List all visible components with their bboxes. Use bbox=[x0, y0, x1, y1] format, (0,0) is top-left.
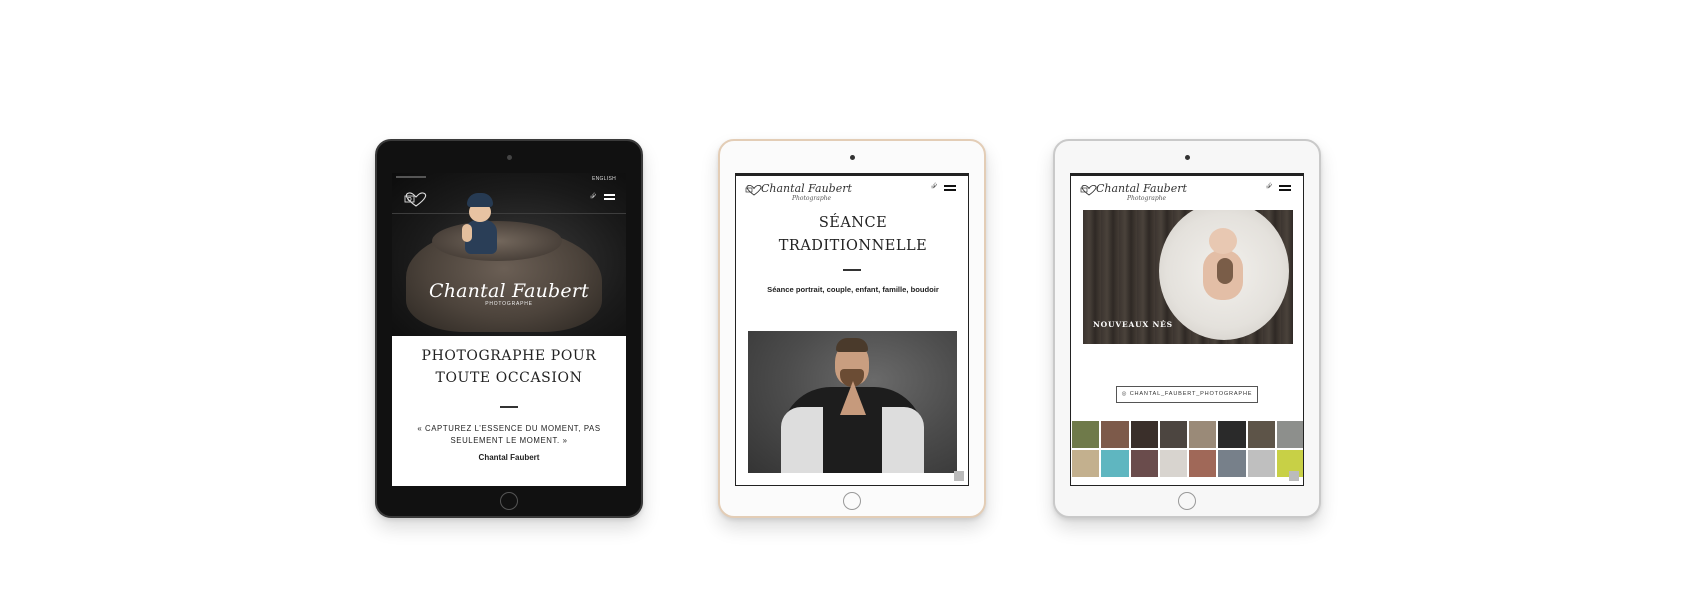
brand-name: Chantal Faubert bbox=[1096, 182, 1187, 195]
instagram-thumbnail[interactable] bbox=[1217, 449, 1247, 478]
scroll-top-button[interactable] bbox=[954, 471, 964, 481]
quote-line-2: SEULEMENT LE MOMENT. » bbox=[450, 436, 568, 445]
home-button bbox=[500, 492, 518, 510]
hero-signature: Chantal Faubert bbox=[428, 280, 589, 302]
hero-banner: ENGLISH ⮵ Chantal Faubert PHOTOGRAPHE bbox=[392, 173, 626, 336]
instagram-thumbnail[interactable] bbox=[1129, 449, 1159, 478]
hero-subtitle: PHOTOGRAPHE bbox=[485, 301, 533, 307]
tablet-camera bbox=[506, 155, 512, 160]
instagram-thumbnail[interactable] bbox=[1246, 449, 1276, 478]
tablet-camera bbox=[1184, 155, 1190, 160]
title-line-2: TRADITIONNELLE bbox=[778, 238, 928, 254]
instagram-thumbnail[interactable] bbox=[1100, 449, 1130, 478]
brand-tagline: Photographe bbox=[1127, 195, 1167, 202]
instagram-thumbnail[interactable] bbox=[1071, 449, 1101, 478]
header-divider bbox=[392, 213, 626, 214]
session-types: Séance portrait, couple, enfant, famille… bbox=[767, 285, 939, 294]
hamburger-menu-icon[interactable] bbox=[944, 185, 956, 191]
scroll-top-button[interactable] bbox=[1289, 471, 1299, 481]
top-border bbox=[736, 174, 968, 176]
language-link[interactable]: ENGLISH bbox=[592, 176, 616, 182]
title-line-1: SÉANCE bbox=[818, 215, 888, 231]
tablet-camera bbox=[849, 155, 855, 160]
home-button bbox=[1178, 492, 1196, 510]
instagram-thumbnail[interactable] bbox=[1158, 420, 1188, 449]
title-divider bbox=[500, 406, 518, 408]
quote-text: « CAPTUREZ L’ESSENCE DU MOMENT, PAS SEUL… bbox=[406, 423, 612, 447]
instagram-thumbnail[interactable] bbox=[1129, 420, 1159, 449]
brand-tagline: Photographe bbox=[792, 195, 832, 202]
quote-author: Chantal Faubert bbox=[478, 453, 540, 462]
baby-photo-subject bbox=[462, 193, 502, 254]
instagram-button[interactable]: ◎ CHANTAL_FAUBERT_PHOTOGRAPHE bbox=[1116, 386, 1258, 403]
top-border bbox=[1071, 174, 1303, 176]
brand-logo[interactable]: Chantal Faubert Photographe bbox=[744, 182, 854, 204]
status-bar: ENGLISH bbox=[396, 175, 622, 182]
heart-camera-logo-icon[interactable] bbox=[402, 191, 430, 207]
newborn-photo-subject bbox=[1195, 228, 1251, 308]
hamburger-menu-icon[interactable] bbox=[604, 194, 615, 200]
instagram-thumbnail[interactable] bbox=[1246, 420, 1276, 449]
category-label: NOUVEAUX NÉS bbox=[1093, 320, 1173, 329]
instagram-thumbnail[interactable] bbox=[1217, 420, 1247, 449]
portrait-photo[interactable] bbox=[748, 331, 957, 473]
share-icon[interactable]: ⮵ bbox=[1266, 181, 1272, 191]
category-card-newborn[interactable]: NOUVEAUX NÉS bbox=[1083, 210, 1293, 344]
tablet-black: ENGLISH ⮵ Chantal Faubert PHOTOGRAPHE PH… bbox=[375, 139, 643, 518]
share-icon[interactable]: ⮵ bbox=[590, 191, 596, 201]
tablet-gold: Chantal Faubert Photographe ⮵ SÉANCE TRA… bbox=[718, 139, 986, 518]
instagram-grid bbox=[1071, 420, 1303, 478]
instagram-thumbnail[interactable] bbox=[1188, 449, 1218, 478]
quote-line-1: « CAPTUREZ L’ESSENCE DU MOMENT, PAS bbox=[417, 424, 601, 433]
instagram-thumbnail[interactable] bbox=[1188, 420, 1218, 449]
instagram-thumbnail[interactable] bbox=[1100, 420, 1130, 449]
home-button bbox=[843, 492, 861, 510]
share-icon[interactable]: ⮵ bbox=[931, 181, 937, 191]
instagram-thumbnail[interactable] bbox=[1071, 420, 1101, 449]
status-indicators bbox=[396, 176, 426, 178]
instagram-thumbnail[interactable] bbox=[1275, 420, 1303, 449]
hamburger-menu-icon[interactable] bbox=[1279, 185, 1291, 191]
title-divider bbox=[843, 269, 861, 271]
tablet3-screen: Chantal Faubert Photographe ⮵ NOUVEAUX N… bbox=[1070, 173, 1304, 486]
title-line-1: PHOTOGRAPHE POUR bbox=[421, 348, 597, 364]
instagram-thumbnail[interactable] bbox=[1158, 449, 1188, 478]
page-title: SÉANCE TRADITIONNELLE bbox=[746, 212, 960, 258]
brand-logo[interactable]: Chantal Faubert Photographe bbox=[1079, 182, 1189, 204]
tablet2-screen: Chantal Faubert Photographe ⮵ SÉANCE TRA… bbox=[735, 173, 969, 486]
title-line-2: TOUTE OCCASION bbox=[435, 370, 583, 386]
tablet1-screen: ENGLISH ⮵ Chantal Faubert PHOTOGRAPHE PH… bbox=[392, 173, 626, 486]
page-title: PHOTOGRAPHE POUR TOUTE OCCASION bbox=[402, 345, 616, 389]
tablet-silver: Chantal Faubert Photographe ⮵ NOUVEAUX N… bbox=[1053, 139, 1321, 518]
brand-name: Chantal Faubert bbox=[761, 182, 852, 195]
